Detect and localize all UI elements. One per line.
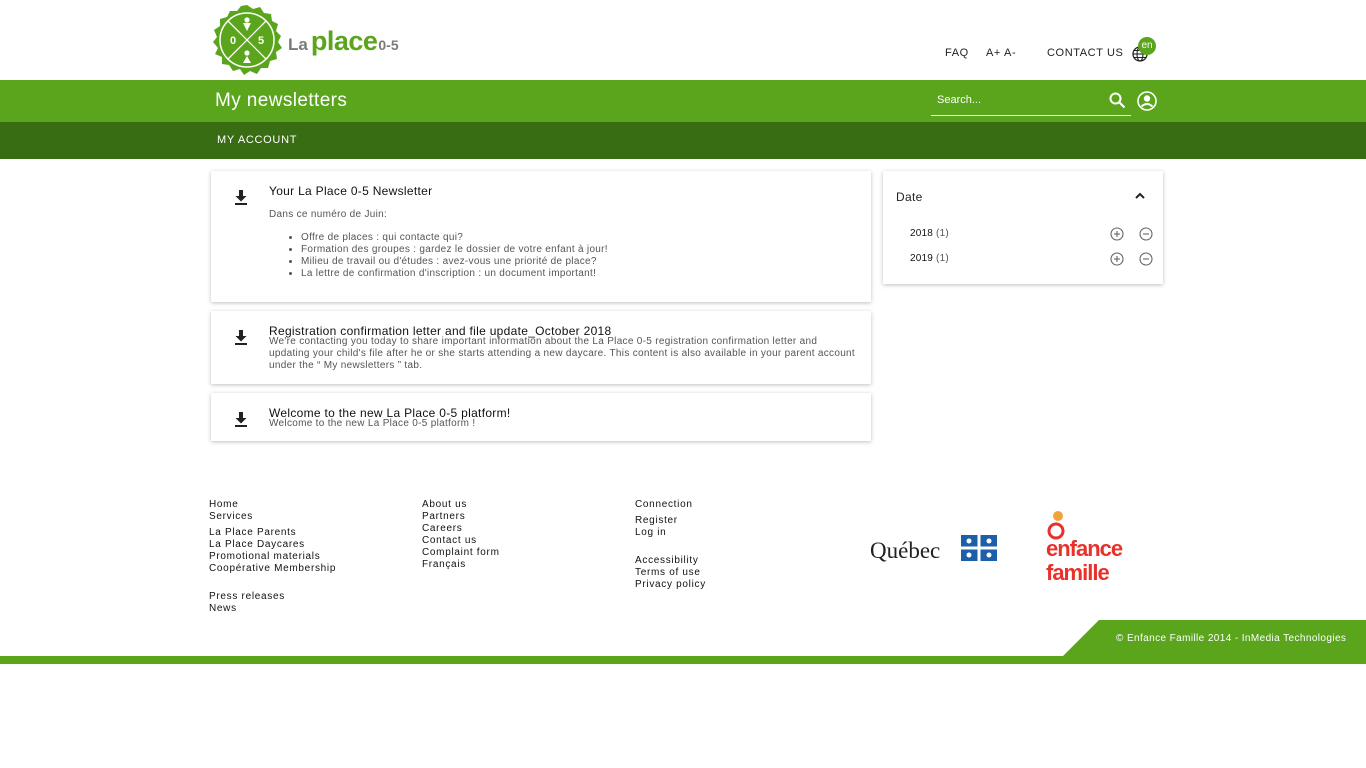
text-size-control[interactable]: A+ A-: [986, 47, 1016, 59]
filter-title: Date: [896, 190, 923, 204]
newsletter-card: Your La Place 0-5 Newsletter Dans ce num…: [211, 171, 871, 302]
date-filter-panel: Date 2018 (1) 2019 (1): [883, 171, 1163, 284]
footer-link-home[interactable]: Home: [209, 499, 238, 510]
svg-text:5: 5: [258, 35, 264, 47]
footer-link-connection[interactable]: Connection: [635, 499, 693, 510]
footer-link-press-releases[interactable]: Press releases: [209, 591, 285, 602]
enfance-famille-logo[interactable]: enfance famille: [1042, 510, 1134, 586]
page-title: My newsletters: [215, 90, 348, 111]
footer-link-privacy-policy[interactable]: Privacy policy: [635, 579, 706, 590]
newsletter-description: Welcome to the new La Place 0-5 platform…: [269, 418, 476, 429]
la-place-logo[interactable]: 0 5 La place 0-5: [212, 5, 399, 75]
footer-link-terms-of-use[interactable]: Terms of use: [635, 567, 701, 578]
newsletter-description: We're contacting you today to share impo…: [269, 336, 855, 371]
filter-count: (1): [936, 253, 949, 264]
language-switcher[interactable]: en: [1131, 37, 1159, 65]
exclude-minus-icon[interactable]: [1139, 252, 1153, 266]
download-icon[interactable]: [233, 188, 249, 206]
newsletter-card: Welcome to the new La Place 0-5 platform…: [211, 393, 871, 441]
svg-text:Québec: Québec: [870, 538, 940, 563]
svg-text:famille: famille: [1046, 560, 1109, 585]
logo-age-text: 0-5: [378, 36, 399, 53]
footer-link-promotional-materials[interactable]: Promotional materials: [209, 551, 320, 562]
include-plus-icon[interactable]: [1110, 252, 1124, 266]
search-input[interactable]: [937, 94, 1097, 106]
account-icon[interactable]: [1137, 91, 1157, 111]
filter-option-2019[interactable]: 2019 (1): [910, 253, 949, 264]
footer-link-la-place-parents[interactable]: La Place Parents: [209, 527, 296, 538]
title-bar: My newsletters: [0, 80, 1366, 122]
footer-link-francais[interactable]: Français: [422, 559, 466, 570]
footer-link-services[interactable]: Services: [209, 511, 253, 522]
logo-badge-icon: 0 5: [213, 5, 282, 75]
footer-link-about-us[interactable]: About us: [422, 499, 467, 510]
faq-link[interactable]: FAQ: [945, 47, 969, 59]
footer-link-partners[interactable]: Partners: [422, 511, 465, 522]
newsletter-intro: Dans ce numéro de Juin:: [269, 209, 388, 220]
logo-place-text: place: [310, 25, 378, 56]
footer-link-complaint-form[interactable]: Complaint form: [422, 547, 500, 558]
include-plus-icon[interactable]: [1110, 227, 1124, 241]
contact-us-link[interactable]: CONTACT US: [1047, 47, 1124, 59]
filter-year: 2018: [910, 228, 934, 239]
footer-link-log-in[interactable]: Log in: [635, 527, 666, 538]
svg-text:0: 0: [230, 35, 236, 47]
svg-text:enfance: enfance: [1046, 536, 1123, 561]
newsletter-title[interactable]: Your La Place 0-5 Newsletter: [269, 184, 432, 198]
top-header: 0 5 La place 0-5 FAQ A+ A- CONTACT US en: [0, 0, 1366, 80]
newsletter-bullet: Milieu de travail ou d'études : avez-vou…: [301, 256, 608, 268]
logo-wordmark: La place 0-5: [288, 26, 399, 57]
footer-link-cooperative-membership[interactable]: Coopérative Membership: [209, 563, 336, 574]
newsletter-bullet: Offre de places : qui contacte qui?: [301, 232, 608, 244]
chevron-up-icon[interactable]: [1133, 190, 1147, 202]
nav-my-account[interactable]: MY ACCOUNT: [217, 134, 297, 146]
filter-option-2018[interactable]: 2018 (1): [910, 228, 949, 239]
footer-bottom-line: [0, 656, 1366, 664]
newsletter-bullet: La lettre de confirmation d'inscription …: [301, 268, 608, 280]
footer-link-la-place-daycares[interactable]: La Place Daycares: [209, 539, 305, 550]
search-icon[interactable]: [1109, 92, 1126, 109]
newsletter-card: Registration confirmation letter and fil…: [211, 311, 871, 384]
newsletter-bullet: Formation des groupes : gardez le dossie…: [301, 244, 608, 256]
exclude-minus-icon[interactable]: [1139, 227, 1153, 241]
footer-link-register[interactable]: Register: [635, 515, 678, 526]
account-nav: MY ACCOUNT: [0, 122, 1366, 159]
logo-la-text: La: [288, 34, 308, 54]
footer-link-contact-us[interactable]: Contact us: [422, 535, 477, 546]
newsletter-bullets: Offre de places : qui contacte qui? Form…: [301, 232, 608, 280]
download-icon[interactable]: [233, 328, 249, 346]
footer-link-accessibility[interactable]: Accessibility: [635, 555, 699, 566]
quebec-government-logo[interactable]: Québec: [870, 532, 1000, 564]
download-icon[interactable]: [233, 410, 249, 428]
filter-year: 2019: [910, 253, 934, 264]
filter-count: (1): [936, 228, 949, 239]
footer-link-careers[interactable]: Careers: [422, 523, 462, 534]
search-box: [931, 87, 1131, 116]
footer-link-news[interactable]: News: [209, 603, 237, 614]
language-badge: en: [1138, 37, 1156, 55]
copyright-text: © Enfance Famille 2014 - InMedia Technol…: [1116, 633, 1347, 644]
